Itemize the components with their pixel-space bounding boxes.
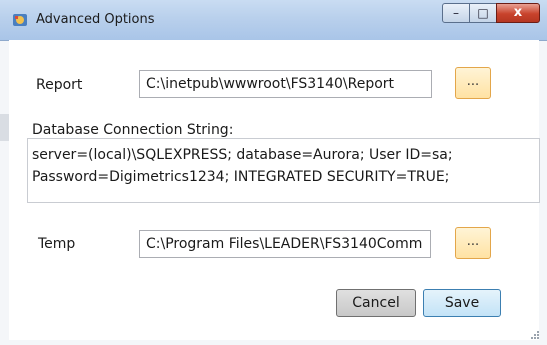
maximize-button[interactable]: □ — [469, 3, 497, 23]
connection-string-line-2: Password=Digimetrics1234; INTEGRATED SEC… — [32, 169, 450, 185]
close-button[interactable]: x — [496, 3, 540, 23]
cancel-button[interactable]: Cancel — [336, 289, 416, 317]
minimize-button[interactable]: – — [442, 3, 470, 23]
title-bar[interactable]: Advanced Options – □ x — [0, 0, 547, 41]
connection-string-textarea[interactable]: server=(local)\SQLEXPRESS; database=Auro… — [27, 138, 540, 203]
temp-path-input[interactable]: C:\Program Files\LEADER\FS3140Comm — [139, 230, 431, 258]
advanced-options-window: Advanced Options – □ x Report C:\inetpub… — [0, 0, 547, 345]
group-edge-marker — [0, 114, 9, 141]
window-title: Advanced Options — [36, 12, 155, 27]
resize-grip-icon[interactable] — [531, 331, 539, 339]
report-label: Report — [36, 77, 83, 93]
save-button[interactable]: Save — [423, 289, 501, 317]
app-icon — [13, 14, 27, 26]
connection-string-line-1: server=(local)\SQLEXPRESS; database=Auro… — [32, 147, 453, 163]
report-path-input[interactable]: C:\inetpub\wwwroot\FS3140\Report — [139, 70, 432, 98]
temp-label: Temp — [38, 236, 76, 252]
report-browse-button[interactable]: ... — [455, 67, 491, 99]
temp-browse-button[interactable]: ... — [455, 227, 491, 259]
connection-string-label: Database Connection String: — [32, 122, 234, 138]
